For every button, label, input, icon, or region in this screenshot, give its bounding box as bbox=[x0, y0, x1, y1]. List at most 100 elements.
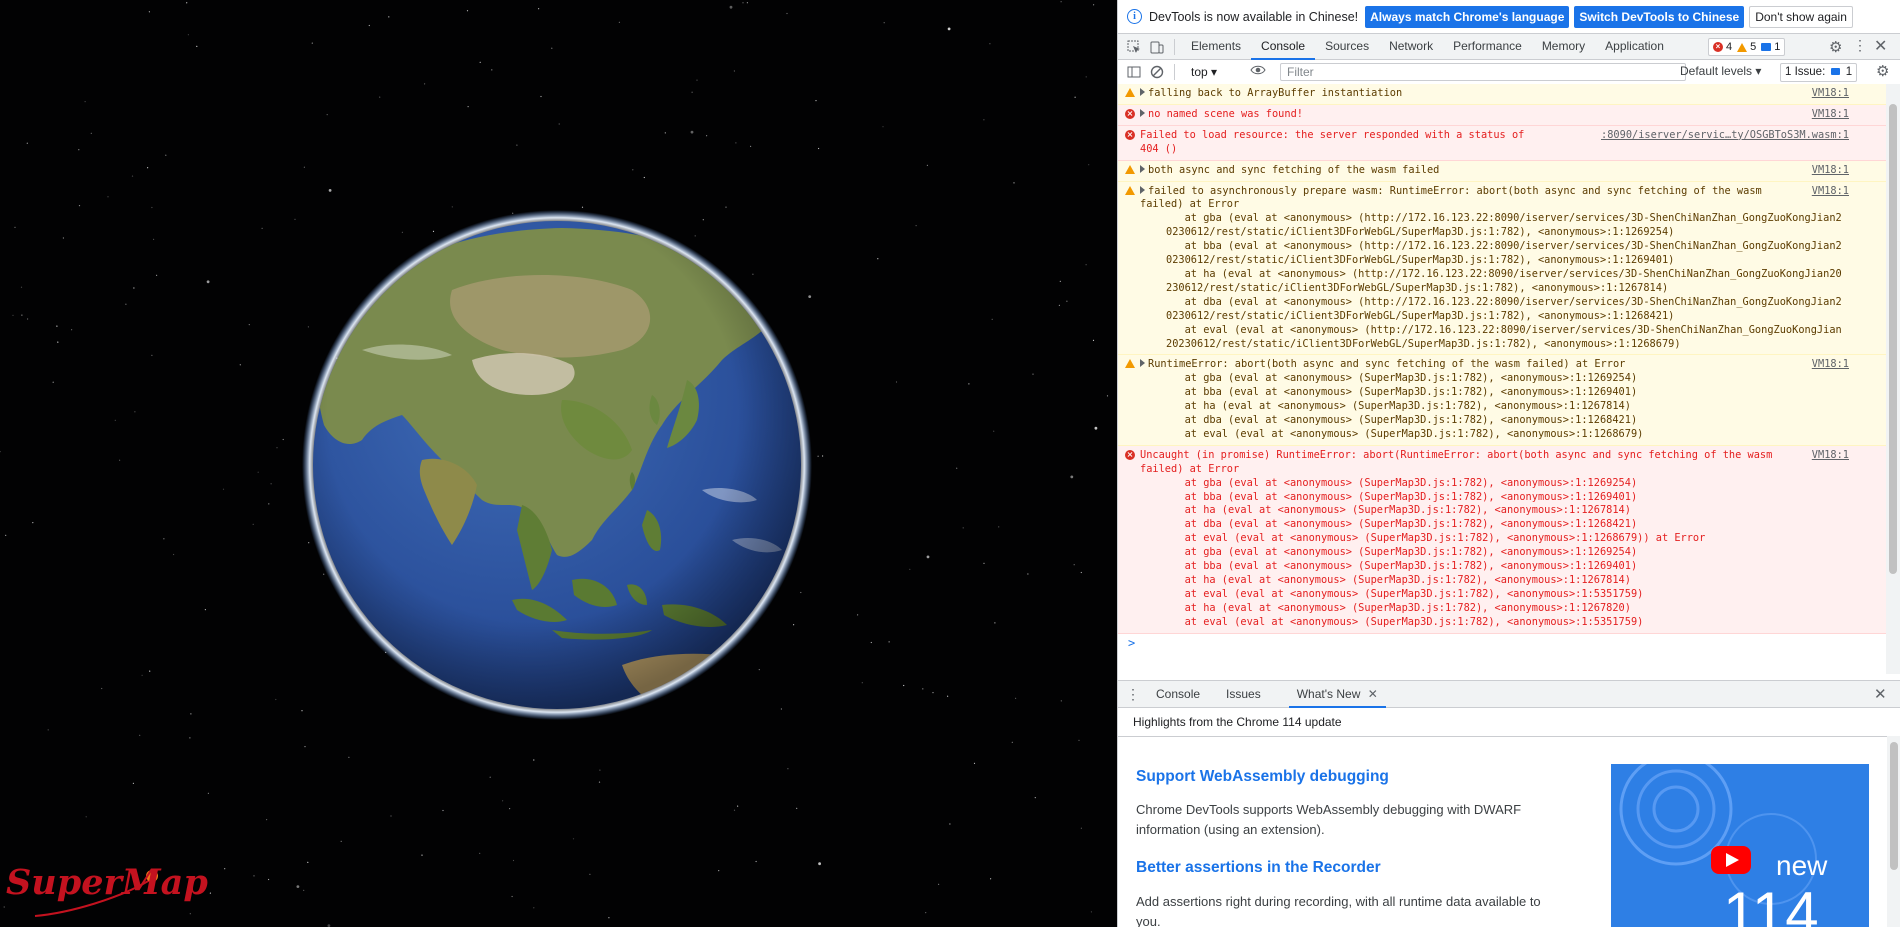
message-text: failed to asynchronously prepare wasm: R… bbox=[1140, 185, 1843, 213]
console-prompt[interactable]: > bbox=[1118, 634, 1887, 654]
stack-frame[interactable]: at eval (eval at <anonymous> (SuperMap3D… bbox=[1140, 532, 1843, 546]
stack-frame[interactable]: at dba (eval at <anonymous> (http://172.… bbox=[1140, 296, 1843, 324]
stack-frame[interactable]: at bba (eval at <anonymous> (SuperMap3D.… bbox=[1140, 386, 1843, 400]
earth-globe[interactable] bbox=[302, 210, 812, 720]
star bbox=[664, 132, 666, 134]
console-message-warn[interactable]: failed to asynchronously prepare wasm: R… bbox=[1118, 181, 1887, 356]
filter-input[interactable]: Filter bbox=[1280, 63, 1686, 81]
stack-frame[interactable]: at ha (eval at <anonymous> (SuperMap3D.j… bbox=[1140, 602, 1843, 616]
stack-frame[interactable]: at gba (eval at <anonymous> (SuperMap3D.… bbox=[1140, 546, 1843, 560]
star bbox=[257, 471, 259, 473]
stack-frame[interactable]: at gba (eval at <anonymous> (SuperMap3D.… bbox=[1140, 372, 1843, 386]
clear-console-icon[interactable] bbox=[1150, 65, 1164, 79]
stack-frame[interactable]: at ha (eval at <anonymous> (SuperMap3D.j… bbox=[1140, 400, 1843, 414]
star bbox=[870, 641, 872, 644]
inspect-element-icon[interactable] bbox=[1127, 40, 1141, 54]
source-link[interactable]: VM18:1 bbox=[1812, 108, 1849, 122]
stack-frame[interactable]: at ha (eval at <anonymous> (SuperMap3D.j… bbox=[1140, 504, 1843, 518]
console-scrollbar[interactable] bbox=[1886, 84, 1900, 674]
stack-frame[interactable]: at dba (eval at <anonymous> (SuperMap3D.… bbox=[1140, 414, 1843, 428]
drawer-tab-console[interactable]: Console bbox=[1148, 681, 1208, 707]
star bbox=[209, 892, 211, 894]
stack-frame[interactable]: at eval (eval at <anonymous> (SuperMap3D… bbox=[1140, 616, 1843, 630]
star bbox=[1013, 182, 1015, 184]
close-tab-icon[interactable]: ✕ bbox=[1368, 687, 1378, 701]
message-body: Failed to load resource: the server resp… bbox=[1140, 128, 1525, 155]
stack-frame[interactable]: at ha (eval at <anonymous> (SuperMap3D.j… bbox=[1140, 574, 1843, 588]
star bbox=[71, 329, 73, 331]
expand-triangle-icon[interactable] bbox=[1140, 185, 1145, 194]
device-toolbar-icon[interactable] bbox=[1150, 40, 1164, 54]
source-link[interactable]: VM18:1 bbox=[1812, 87, 1849, 101]
stack-frame[interactable]: at eval (eval at <anonymous> (SuperMap3D… bbox=[1140, 428, 1843, 442]
stack-frame[interactable]: at dba (eval at <anonymous> (SuperMap3D.… bbox=[1140, 518, 1843, 532]
stack-frame[interactable]: at eval (eval at <anonymous> (SuperMap3D… bbox=[1140, 588, 1843, 602]
context-selector[interactable]: top ▾ bbox=[1191, 65, 1217, 79]
tab-memory[interactable]: Memory bbox=[1532, 34, 1595, 59]
star bbox=[533, 907, 535, 909]
source-link[interactable]: :8090/iserver/servic…ty/OSGBToS3M.wasm:1 bbox=[1601, 129, 1849, 143]
console-message-error[interactable]: × Uncaught (in promise) RuntimeError: abo… bbox=[1118, 445, 1887, 634]
globe-viewport[interactable]: SuperMap bbox=[0, 0, 1117, 927]
expand-triangle-icon[interactable] bbox=[1140, 359, 1145, 368]
sidebar-toggle-icon[interactable] bbox=[1127, 65, 1141, 79]
drawer-tab-issues[interactable]: Issues bbox=[1218, 681, 1269, 707]
stack-frame[interactable]: at bba (eval at <anonymous> (SuperMap3D.… bbox=[1140, 491, 1843, 505]
stack-frame[interactable]: at ha (eval at <anonymous> (http://172.1… bbox=[1140, 268, 1843, 296]
console-message-warn[interactable]: falling back to ArrayBuffer instantiatio… bbox=[1118, 84, 1887, 105]
log-levels-dropdown[interactable]: Default levels ▾ bbox=[1680, 64, 1761, 78]
close-drawer-icon[interactable]: ✕ bbox=[1874, 685, 1887, 703]
issue-counts[interactable]: × 4 5 1 bbox=[1708, 38, 1786, 56]
tab-performance[interactable]: Performance bbox=[1443, 34, 1532, 59]
star bbox=[303, 889, 305, 892]
close-devtools-icon[interactable]: ✕ bbox=[1874, 36, 1887, 56]
whats-new-item-title-1[interactable]: Support WebAssembly debugging bbox=[1136, 768, 1389, 786]
tab-elements[interactable]: Elements bbox=[1181, 34, 1251, 59]
star bbox=[442, 809, 444, 812]
expand-triangle-icon[interactable] bbox=[1140, 164, 1145, 173]
drawer-scrollbar[interactable] bbox=[1887, 736, 1900, 927]
stack-frame[interactable]: at eval (eval at <anonymous> (http://172… bbox=[1140, 324, 1843, 352]
console-scroll-thumb[interactable] bbox=[1889, 104, 1897, 574]
message-text: Uncaught (in promise) RuntimeError: abor… bbox=[1140, 449, 1843, 477]
star bbox=[1070, 475, 1074, 479]
console-message-warn[interactable]: both async and sync fetching of the wasm… bbox=[1118, 160, 1887, 182]
drawer-scroll-thumb[interactable] bbox=[1890, 742, 1898, 870]
console-output[interactable]: falling back to ArrayBuffer instantiatio… bbox=[1118, 84, 1887, 674]
console-message-warn[interactable]: RuntimeError: abort(both async and sync … bbox=[1118, 355, 1887, 446]
console-message-error[interactable]: × Failed to load resource: the server res… bbox=[1118, 125, 1887, 161]
tab-network[interactable]: Network bbox=[1379, 34, 1443, 59]
star bbox=[153, 238, 155, 240]
source-link[interactable]: VM18:1 bbox=[1812, 164, 1849, 178]
star bbox=[489, 776, 491, 778]
live-expression-eye-icon[interactable] bbox=[1250, 64, 1266, 79]
match-language-button[interactable]: Always match Chrome's language bbox=[1365, 5, 1570, 28]
tab-application[interactable]: Application bbox=[1595, 34, 1674, 59]
whats-new-video-thumbnail[interactable]: new 114 bbox=[1611, 764, 1869, 927]
star bbox=[796, 807, 798, 810]
source-link[interactable]: VM18:1 bbox=[1812, 449, 1849, 463]
more-options-icon[interactable]: ⋮ bbox=[1853, 37, 1867, 54]
expand-triangle-icon[interactable] bbox=[1140, 108, 1145, 117]
stack-frame[interactable]: at bba (eval at <anonymous> (SuperMap3D.… bbox=[1140, 560, 1843, 574]
tab-console[interactable]: Console bbox=[1251, 34, 1316, 60]
switch-chinese-button[interactable]: Switch DevTools to Chinese bbox=[1574, 5, 1745, 28]
expand-triangle-icon[interactable] bbox=[1140, 88, 1145, 96]
dont-show-again-button[interactable]: Don't show again bbox=[1749, 5, 1853, 28]
issues-button[interactable]: 1 Issue: 1 bbox=[1780, 63, 1858, 82]
drawer-tab-whats-new[interactable]: What's New ✕ bbox=[1288, 681, 1386, 708]
console-settings-icon[interactable]: ⚙ bbox=[1876, 62, 1889, 80]
drawer-menu-icon[interactable]: ⋮ bbox=[1126, 686, 1140, 703]
stack-frame[interactable]: at gba (eval at <anonymous> (http://172.… bbox=[1140, 212, 1843, 240]
console-message-error[interactable]: × no named scene was found! VM18:1 bbox=[1118, 104, 1887, 126]
whats-new-item-title-2[interactable]: Better assertions in the Recorder bbox=[1136, 859, 1381, 877]
stack-frame[interactable]: at bba (eval at <anonymous> (http://172.… bbox=[1140, 240, 1843, 268]
stack-frame[interactable]: at gba (eval at <anonymous> (SuperMap3D.… bbox=[1140, 477, 1843, 491]
source-link[interactable]: VM18:1 bbox=[1812, 185, 1849, 199]
message-body: RuntimeError: abort(both async and sync … bbox=[1148, 358, 1626, 371]
star bbox=[5, 534, 7, 537]
tab-sources[interactable]: Sources bbox=[1315, 34, 1379, 59]
star bbox=[303, 166, 305, 168]
source-link[interactable]: VM18:1 bbox=[1812, 358, 1849, 372]
settings-gear-icon[interactable]: ⚙ bbox=[1829, 38, 1842, 56]
